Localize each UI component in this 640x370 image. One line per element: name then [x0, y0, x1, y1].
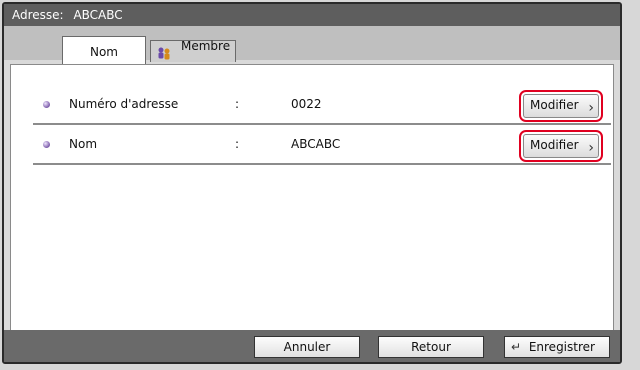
row-label: Nom	[69, 137, 98, 151]
tab-membre[interactable]: Membre	[150, 39, 236, 62]
modify-button-label: Modifier	[530, 98, 579, 112]
row-colon: :	[235, 137, 240, 151]
cancel-button[interactable]: Annuler	[254, 336, 360, 358]
save-button[interactable]: ↵ Enregistrer	[504, 336, 610, 358]
dialog-frame: Adresse: ABCABC Nom Membre Numéro d'adre…	[0, 0, 640, 370]
bullet-icon	[43, 101, 50, 108]
tab-membre-label: Membre	[181, 39, 231, 53]
back-button-label: Retour	[411, 340, 451, 354]
dialog-window: Adresse: ABCABC Nom Membre Numéro d'adre…	[2, 2, 622, 364]
tab-bar: Nom Membre	[4, 26, 620, 64]
modify-button-label: Modifier	[530, 138, 579, 152]
modify-address-number-button[interactable]: Modifier ›	[519, 90, 603, 122]
people-icon	[158, 47, 170, 60]
row-value: 0022	[291, 97, 322, 111]
row-colon: :	[235, 97, 240, 111]
address-label: Adresse:	[12, 8, 64, 22]
title-bar: Adresse: ABCABC	[4, 4, 620, 26]
save-button-label: Enregistrer	[528, 340, 595, 354]
row-label: Numéro d'adresse	[69, 97, 179, 111]
address-value: ABCABC	[73, 8, 123, 22]
row-value: ABCABC	[291, 137, 341, 151]
modify-name-button[interactable]: Modifier ›	[519, 130, 603, 162]
bullet-icon	[43, 141, 50, 148]
modify-button-face: Modifier ›	[523, 134, 599, 158]
back-button[interactable]: Retour	[378, 336, 484, 358]
chevron-right-icon: ›	[588, 100, 594, 116]
modify-button-face: Modifier ›	[523, 94, 599, 118]
chevron-right-icon: ›	[588, 140, 594, 156]
tab-nom-label: Nom	[89, 45, 118, 59]
row-name: Nom : ABCABC Modifier ›	[33, 125, 611, 165]
tab-nom[interactable]: Nom	[62, 36, 146, 64]
enter-arrow-icon: ↵	[511, 340, 522, 354]
row-address-number: Numéro d'adresse : 0022 Modifier ›	[33, 85, 611, 125]
action-bar: Annuler Retour ↵ Enregistrer	[4, 330, 620, 362]
cancel-button-label: Annuler	[283, 340, 331, 354]
details-panel: Numéro d'adresse : 0022 Modifier › Nom :…	[10, 64, 614, 332]
